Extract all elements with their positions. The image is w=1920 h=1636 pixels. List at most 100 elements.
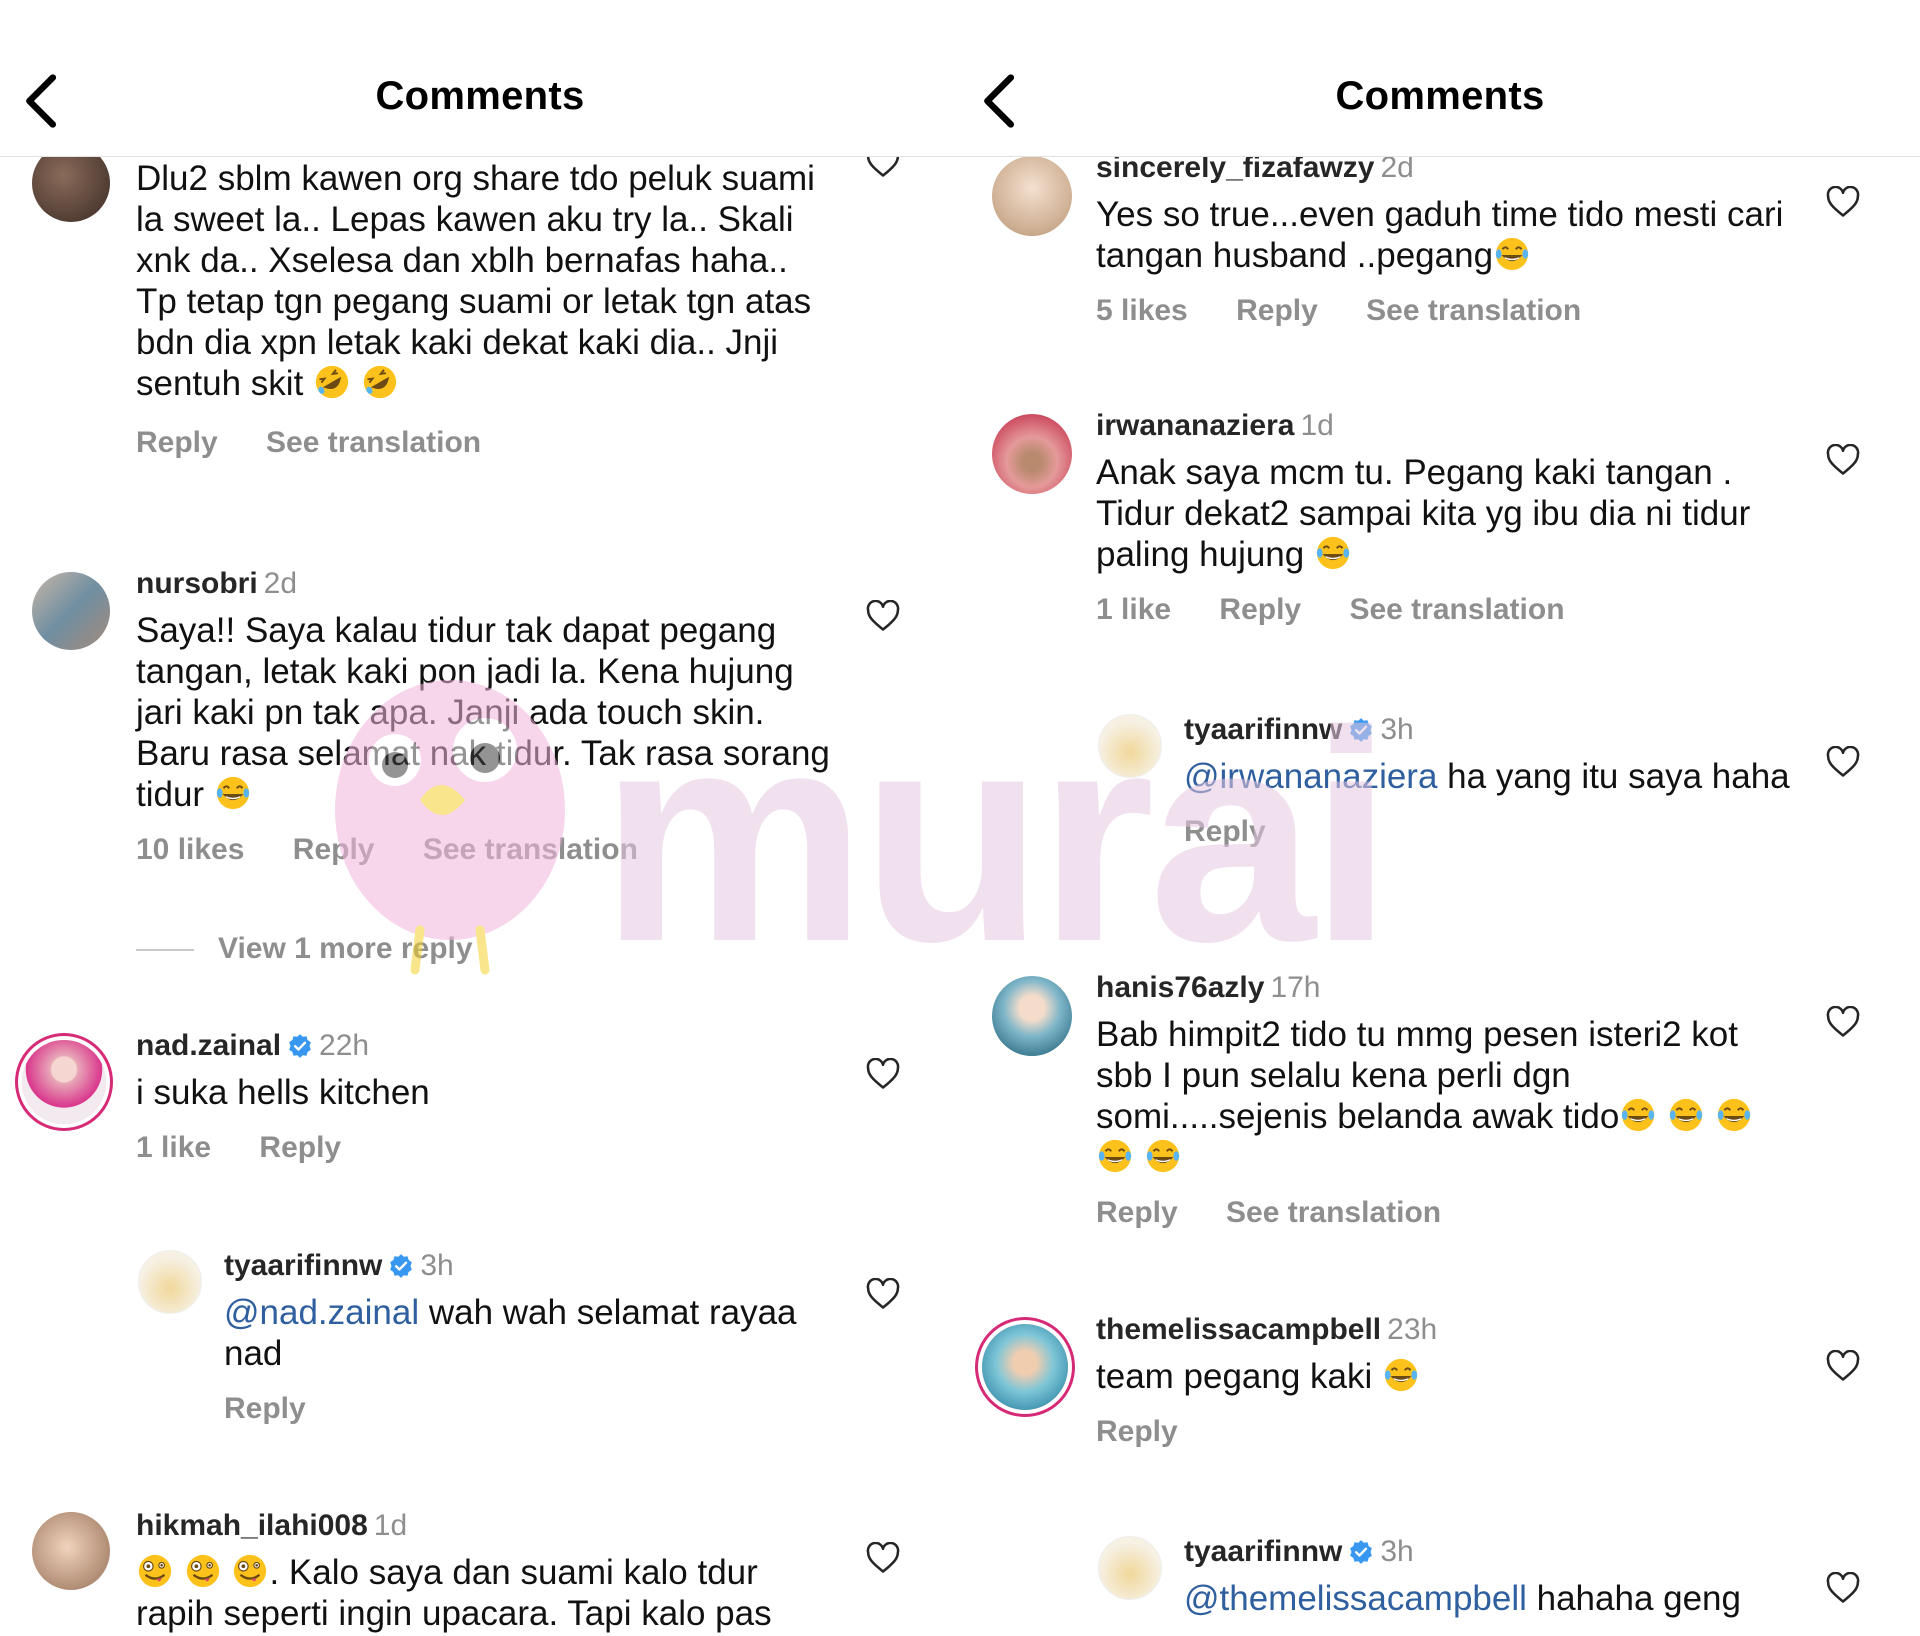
mention-link[interactable]: @nad.zainal — [224, 1293, 419, 1332]
heart-outline-icon[interactable] — [1826, 444, 1860, 476]
username[interactable]: tyaarifinnw — [1184, 1535, 1342, 1568]
reply-button[interactable]: Reply — [1236, 294, 1318, 327]
avatar[interactable] — [32, 572, 110, 650]
username[interactable]: hikmah_ilahi008 — [136, 1509, 368, 1542]
comment-item: themelissacampbell 23h team pegang kaki R… — [960, 1310, 1920, 1480]
verified-badge-icon — [388, 1253, 414, 1279]
zany-face-emoji — [184, 1552, 222, 1590]
tears-of-joy-emoji — [1715, 1096, 1753, 1134]
heart-outline-icon[interactable] — [866, 1058, 900, 1090]
zany-face-emoji — [136, 1552, 174, 1590]
header: Comments — [0, 0, 960, 157]
page-title: Comments — [1335, 74, 1545, 118]
reply-button[interactable]: Reply — [1096, 1196, 1178, 1229]
timestamp: 3h — [1380, 1535, 1414, 1568]
heart-outline-icon[interactable] — [1826, 1572, 1860, 1604]
comment-text: Saya!! Saya kalau tidur tak dapat pegang… — [136, 611, 830, 814]
tears-of-joy-emoji — [1619, 1096, 1657, 1134]
reply-button[interactable]: Reply — [259, 1131, 341, 1164]
reply-button[interactable]: Reply — [1096, 1415, 1178, 1448]
avatar[interactable] — [1098, 1536, 1162, 1600]
comment-text: i suka hells kitchen — [136, 1073, 430, 1112]
username[interactable]: nursobri — [136, 567, 258, 600]
mention-link[interactable]: @themelissacampbell — [1184, 1579, 1527, 1618]
reply-button[interactable]: Reply — [293, 833, 375, 866]
comment-item: hikmah_ilahi008 1d . Kalo saya dan suami … — [0, 1506, 960, 1636]
divider-line — [136, 949, 194, 952]
timestamp: 2d — [263, 567, 298, 600]
username[interactable]: hanis76azly — [1096, 971, 1264, 1004]
avatar[interactable] — [982, 1324, 1068, 1410]
heart-outline-icon[interactable] — [1826, 1350, 1860, 1382]
tears-of-joy-emoji — [1382, 1356, 1420, 1394]
comment-item: Dlu2 sblm kawen org share tdo peluk suam… — [0, 110, 960, 510]
avatar[interactable] — [1098, 714, 1162, 778]
verified-badge-icon — [1348, 717, 1374, 743]
tears-of-joy-emoji — [1314, 534, 1352, 572]
see-translation-button[interactable]: See translation — [266, 426, 481, 459]
tears-of-joy-emoji — [1493, 235, 1531, 273]
comment-text: @irwananaziera ha yang itu saya haha — [1184, 757, 1790, 796]
timestamp: 22h — [319, 1029, 370, 1062]
comment-text: Dlu2 sblm kawen org share tdo peluk suam… — [136, 159, 815, 403]
avatar[interactable] — [22, 1040, 106, 1124]
heart-outline-icon[interactable] — [1826, 746, 1860, 778]
likes-count[interactable]: 10 likes — [136, 833, 244, 866]
likes-count[interactable]: 1 like — [1096, 593, 1171, 626]
comments-screen-left: Comments Dlu2 sblm kawen org share tdo p… — [0, 0, 960, 1636]
comments-screen-right: Comments sincerely_fizafawzy 2d Yes so tr… — [960, 0, 1920, 1636]
verified-badge-icon — [287, 1033, 313, 1059]
avatar[interactable] — [992, 156, 1072, 236]
comment-item: irwananaziera 1d Anak saya mcm tu. Pegang… — [960, 406, 1920, 666]
tears-of-joy-emoji — [214, 774, 252, 812]
timestamp: 3h — [1380, 713, 1414, 746]
comment-text: team pegang kaki — [1096, 1356, 1796, 1397]
timestamp: 23h — [1387, 1313, 1438, 1346]
likes-count[interactable]: 1 like — [136, 1131, 211, 1164]
comment-item: hanis76azly 17h Bab himpit2 tido tu mmg p… — [960, 968, 1920, 1268]
reply-button[interactable]: Reply — [136, 426, 218, 459]
comment-text: Bab himpit2 tido tu mmg pesen isteri2 ko… — [1096, 1014, 1796, 1178]
comment-text: . Kalo saya dan suami kalo tdur rapih se… — [136, 1552, 772, 1633]
avatar[interactable] — [992, 414, 1072, 494]
heart-outline-icon[interactable] — [866, 1542, 900, 1574]
heart-outline-icon[interactable] — [1826, 186, 1860, 218]
comment-reply-item: tyaarifinnw 3h @themelissacampbell hahaha… — [960, 1532, 1920, 1636]
heart-outline-icon[interactable] — [866, 600, 900, 632]
view-more-replies-button[interactable]: View 1 more reply — [136, 932, 473, 966]
see-translation-button[interactable]: See translation — [1226, 1196, 1441, 1229]
comment-text: Anak saya mcm tu. Pegang kaki tangan . T… — [1096, 453, 1751, 574]
heart-outline-icon[interactable] — [866, 1278, 900, 1310]
reply-button[interactable]: Reply — [1184, 815, 1266, 848]
reply-button[interactable]: Reply — [1219, 593, 1301, 626]
heart-outline-icon[interactable] — [1826, 1006, 1860, 1038]
page-title: Comments — [375, 74, 585, 118]
username[interactable]: nad.zainal — [136, 1029, 281, 1062]
zany-face-emoji — [231, 1552, 269, 1590]
timestamp: 17h — [1270, 971, 1321, 1004]
comment-text: Yes so true...even gaduh time tido mesti… — [1096, 195, 1784, 275]
timestamp: 1d — [373, 1509, 408, 1542]
timestamp: 3h — [420, 1249, 454, 1282]
likes-count[interactable]: 5 likes — [1096, 294, 1188, 327]
mention-link[interactable]: @irwananaziera — [1184, 757, 1437, 796]
username[interactable]: irwananaziera — [1096, 409, 1294, 442]
see-translation-button[interactable]: See translation — [1349, 593, 1564, 626]
username[interactable]: tyaarifinnw — [1184, 713, 1342, 746]
username[interactable]: tyaarifinnw — [224, 1249, 382, 1282]
comment-reply-item: tyaarifinnw 3h @irwananaziera ha yang itu… — [960, 710, 1920, 910]
comment-reply-item: tyaarifinnw 3h @nad.zainal wah wah selama… — [0, 1246, 960, 1466]
timestamp: 1d — [1300, 409, 1334, 442]
reply-button[interactable]: Reply — [224, 1392, 306, 1425]
tears-of-joy-emoji — [1144, 1137, 1182, 1175]
see-translation-button[interactable]: See translation — [423, 833, 638, 866]
username[interactable]: themelissacampbell — [1096, 1313, 1381, 1346]
avatar[interactable] — [138, 1250, 202, 1314]
comment-text: @nad.zainal wah wah selamat rayaa nad — [224, 1293, 797, 1373]
comment-item: nad.zainal 22h i suka hells kitchen 1 lik… — [0, 1022, 960, 1192]
see-translation-button[interactable]: See translation — [1366, 294, 1581, 327]
rolling-laughing-emoji — [361, 363, 399, 401]
avatar[interactable] — [992, 976, 1072, 1056]
header: Comments — [960, 0, 1920, 157]
avatar[interactable] — [32, 1512, 110, 1590]
